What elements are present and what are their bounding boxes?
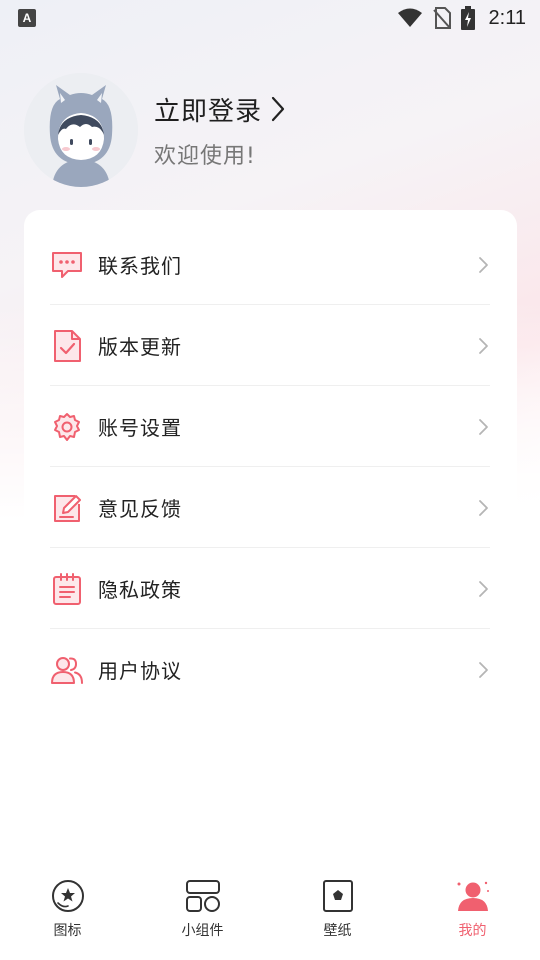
login-link[interactable]: 立即登录 [154, 91, 286, 128]
nav-tab-wallpaper[interactable]: 壁纸 [270, 868, 405, 960]
gear-icon [50, 410, 84, 444]
menu-item-account-settings[interactable]: 账号设置 [50, 386, 490, 467]
nav-tab-icons[interactable]: 图标 [0, 868, 135, 960]
menu-item-label: 版本更新 [98, 335, 182, 359]
nav-tab-mine[interactable]: 我的 [405, 868, 540, 960]
update-document-icon [50, 329, 84, 363]
nav-label: 我的 [458, 923, 487, 939]
chevron-right-icon [479, 580, 488, 597]
menu-card: 联系我们 版本更新 账号设置 意见反馈 隐私政策 用户协议 [24, 210, 517, 710]
chevron-right-icon [479, 661, 488, 678]
chevron-right-icon [479, 256, 488, 273]
login-label: 立即登录 [154, 96, 263, 127]
chevron-right-icon [479, 499, 488, 516]
menu-item-label: 账号设置 [98, 416, 182, 440]
profile-icon [455, 878, 491, 914]
accessibility-a-icon: A [18, 9, 36, 27]
wifi-icon [397, 8, 422, 27]
menu-item-label: 隐私政策 [98, 578, 182, 602]
star-circle-icon [50, 878, 86, 914]
nav-label: 图标 [53, 923, 82, 939]
menu-item-label: 意见反馈 [98, 497, 182, 521]
chevron-right-icon [479, 418, 488, 435]
status-time: 2:11 [488, 6, 526, 29]
chat-icon [50, 248, 84, 282]
chevron-right-icon [479, 337, 488, 354]
wallpaper-icon [320, 878, 356, 914]
chevron-right-icon [271, 96, 285, 122]
status-bar: A 2:11 [0, 0, 540, 36]
profile-header[interactable]: 立即登录 欢迎使用! [24, 72, 514, 188]
feedback-edit-icon [50, 491, 84, 525]
menu-item-label: 联系我们 [98, 254, 182, 278]
nav-label: 小组件 [181, 923, 224, 939]
users-icon [50, 653, 84, 687]
menu-item-contact-us[interactable]: 联系我们 [50, 224, 490, 305]
welcome-text: 欢迎使用! [154, 143, 256, 169]
menu-item-user-agreement[interactable]: 用户协议 [50, 629, 490, 710]
bottom-nav: 图标 小组件 壁纸 我的 [0, 868, 540, 960]
menu-item-version-update[interactable]: 版本更新 [50, 305, 490, 386]
menu-item-feedback[interactable]: 意见反馈 [50, 467, 490, 548]
menu-item-label: 用户协议 [98, 659, 182, 683]
privacy-notepad-icon [50, 572, 84, 606]
default-avatar-icon [24, 73, 138, 187]
battery-charging-icon [460, 6, 475, 30]
no-sim-icon [432, 7, 451, 29]
avatar[interactable] [24, 73, 138, 187]
widgets-icon [185, 878, 221, 914]
nav-tab-widgets[interactable]: 小组件 [135, 868, 270, 960]
nav-label: 壁纸 [323, 923, 352, 939]
menu-item-privacy-policy[interactable]: 隐私政策 [50, 548, 490, 629]
